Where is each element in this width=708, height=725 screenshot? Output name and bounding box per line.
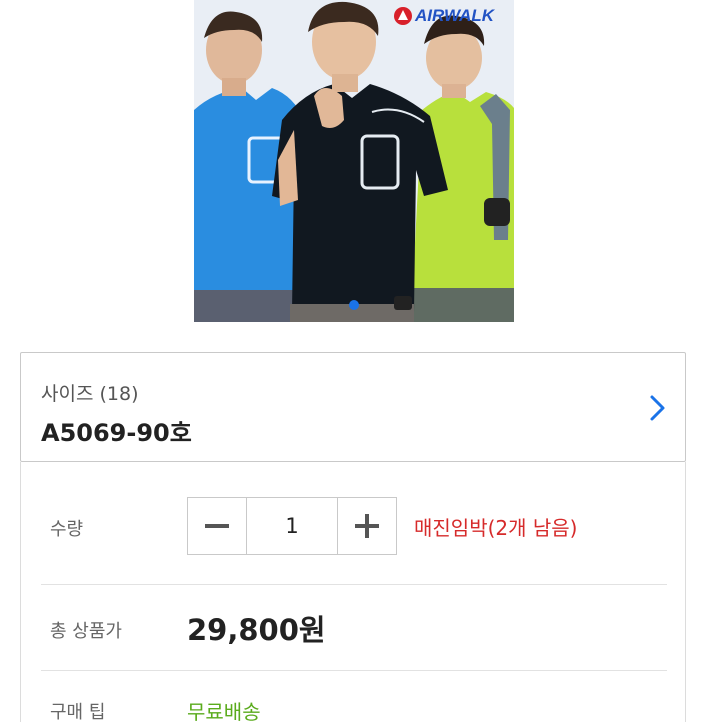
- option-selector[interactable]: 사이즈 (18) A5069-90호: [20, 352, 686, 462]
- product-image[interactable]: AIRWALK: [194, 0, 514, 322]
- quantity-stepper[interactable]: 1: [187, 497, 397, 555]
- shipping-value: 무료배송: [187, 700, 261, 724]
- quantity-value[interactable]: 1: [247, 498, 337, 554]
- quantity-label: 수량: [50, 519, 84, 540]
- total-price: 29,800원: [187, 613, 326, 647]
- quantity-decrease-button[interactable]: [188, 498, 247, 554]
- total-price-label: 총 상품가: [50, 621, 122, 642]
- divider: [41, 584, 667, 585]
- brand-name: AIRWALK: [415, 6, 495, 25]
- carousel-dot-active[interactable]: [349, 300, 359, 310]
- brand-logo: AIRWALK: [394, 6, 510, 26]
- product-photo: [194, 0, 514, 322]
- order-details: 수량 1 매진임박(2개 남음) 총 상품가 29,800원 구매 팁 무료배송: [20, 462, 686, 724]
- option-label: 사이즈 (18): [41, 383, 139, 405]
- stock-warning: 매진임박(2개 남음): [414, 516, 578, 540]
- chevron-right-icon[interactable]: [645, 393, 669, 423]
- plus-icon: [355, 514, 379, 538]
- divider: [41, 670, 667, 671]
- brand-logo-icon: [394, 7, 412, 25]
- minus-icon: [205, 524, 229, 528]
- option-value: A5069-90호: [41, 419, 192, 447]
- shipping-label: 구매 팁: [50, 702, 106, 723]
- quantity-increase-button[interactable]: [337, 498, 396, 554]
